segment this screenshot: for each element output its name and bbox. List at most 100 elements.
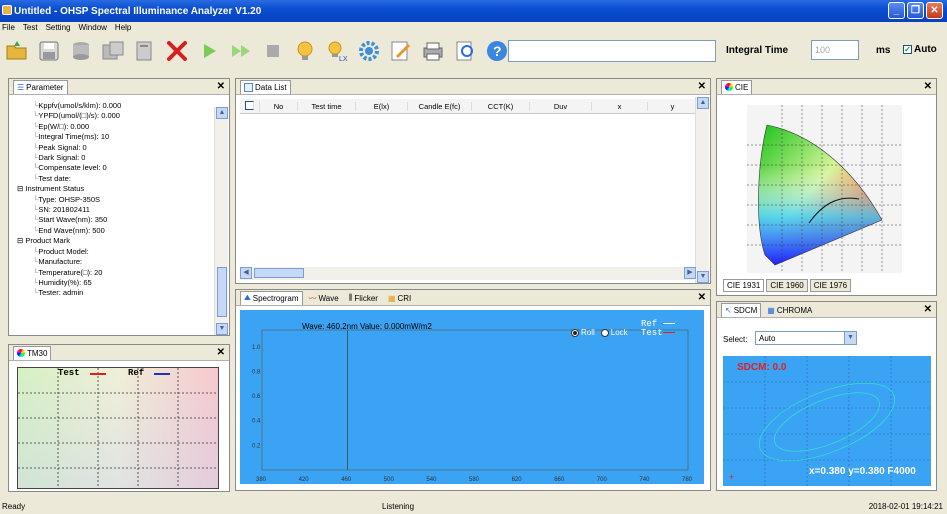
tab-chroma[interactable]: ▦ CHROMA: [763, 303, 816, 317]
tab-cie-1976[interactable]: CIE 1976: [809, 279, 852, 292]
tree-leaf[interactable]: └Test date:: [17, 174, 217, 184]
tree-leaf[interactable]: └SN: 201802411: [17, 205, 217, 215]
parameter-close-icon[interactable]: ✕: [217, 81, 225, 92]
tree-leaf[interactable]: └Type: OHSP-350S: [17, 195, 217, 205]
xy-readout: x=0.380 y=0.380 F4000: [809, 466, 916, 477]
folder-open-icon[interactable]: [4, 38, 30, 64]
tree-leaf[interactable]: └Compensate level: 0: [17, 163, 217, 173]
fast-forward-icon[interactable]: [228, 38, 254, 64]
tree-leaf[interactable]: └YPFD(umol/(□)/s): 0.000: [17, 111, 217, 121]
scroll-down-icon[interactable]: ▼: [216, 323, 228, 335]
data-list-close-icon[interactable]: ✕: [698, 81, 706, 92]
cie-header: CIE ✕: [717, 79, 936, 95]
col-no[interactable]: No: [260, 101, 298, 111]
minimize-button[interactable]: _: [888, 2, 905, 19]
hscroll-thumb[interactable]: [254, 268, 304, 278]
tab-parameter[interactable]: ☰ Parameter: [13, 79, 68, 94]
tree-leaf[interactable]: └Start Wave(nm): 350: [17, 215, 217, 225]
cie-close-icon[interactable]: ✕: [924, 81, 932, 92]
col-test-time[interactable]: Test time: [298, 101, 356, 111]
col-candle-e[interactable]: Candle E(fc): [408, 101, 472, 111]
scroll-right-icon[interactable]: ▶: [684, 267, 696, 279]
col-x[interactable]: x: [592, 101, 648, 111]
status-datetime: 2018-02-01 19:14:21: [868, 501, 943, 511]
radio-lock[interactable]: Lock: [600, 328, 628, 337]
tab-spectrogram[interactable]: ⛰ Spectrogram: [240, 290, 303, 305]
tm30-close-icon[interactable]: ✕: [217, 347, 225, 358]
menu-file[interactable]: File: [2, 22, 15, 34]
data-list-vscroll[interactable]: ▲ ▼: [695, 97, 709, 283]
edit-icon[interactable]: [388, 38, 414, 64]
col-duv[interactable]: Duv: [530, 101, 592, 111]
col-cct[interactable]: CCT(K): [472, 101, 530, 111]
bulb-lx-icon[interactable]: LX: [324, 38, 350, 64]
tree-leaf[interactable]: └Kppfv(umol/s/klm): 0.000: [17, 101, 217, 111]
sdcm-close-icon[interactable]: ✕: [924, 304, 932, 315]
tree-leaf[interactable]: └Humidity(%): 65: [17, 278, 217, 288]
help-icon[interactable]: ?: [484, 38, 510, 64]
save-icon[interactable]: [36, 38, 62, 64]
tab-cie-1960[interactable]: CIE 1960: [766, 279, 808, 292]
printer-icon[interactable]: [420, 38, 446, 64]
parameter-scrollbar[interactable]: ▲ ▼: [214, 107, 228, 335]
x-tick-label: 460: [341, 477, 352, 483]
scroll-up-icon[interactable]: ▲: [216, 107, 228, 119]
spectrogram-close-icon[interactable]: ✕: [698, 292, 706, 303]
tab-cie[interactable]: CIE: [721, 79, 753, 94]
tree-group[interactable]: ⊟ Instrument Status: [17, 184, 217, 194]
integral-time-input[interactable]: 100: [811, 40, 859, 60]
select-dropdown[interactable]: Auto ▼: [755, 331, 857, 345]
bulb-icon[interactable]: [292, 38, 318, 64]
settings-gear-icon[interactable]: [356, 38, 382, 64]
svg-text:?: ?: [493, 43, 502, 59]
tab-flicker[interactable]: ⫼ Flicker: [345, 291, 382, 305]
tree-leaf[interactable]: └Dark Signal: 0: [17, 153, 217, 163]
cri-icon: ▦: [387, 293, 396, 303]
tree-group[interactable]: ⊟ Product Mark: [17, 236, 217, 246]
chroma-icon: ▦: [767, 305, 775, 315]
tree-leaf[interactable]: └End Wave(nm): 500: [17, 226, 217, 236]
color-wheel-icon: [725, 83, 733, 91]
tab-cri[interactable]: ▦ CRI: [384, 291, 415, 305]
tree-leaf[interactable]: └Ep(W/□): 0.000: [17, 122, 217, 132]
close-button[interactable]: ✕: [926, 2, 943, 19]
tree-leaf[interactable]: └Product Model:: [17, 247, 217, 257]
chevron-down-icon[interactable]: ▼: [844, 332, 856, 344]
tab-tm30[interactable]: TM30: [13, 345, 52, 360]
col-e-lx[interactable]: E(lx): [356, 101, 408, 111]
tree-leaf[interactable]: └Peak Signal: 0: [17, 143, 217, 153]
database-icon[interactable]: [68, 38, 94, 64]
tab-cie-1931[interactable]: CIE 1931: [723, 279, 765, 292]
tree-leaf[interactable]: └Tester: admin: [17, 288, 217, 298]
select-all-checkbox[interactable]: [240, 100, 260, 112]
search-doc-icon[interactable]: [452, 38, 478, 64]
menu-test[interactable]: Test: [23, 22, 38, 34]
radio-roll[interactable]: Roll: [571, 328, 595, 337]
stop-icon[interactable]: [260, 38, 286, 64]
delete-icon[interactable]: [164, 38, 190, 64]
menu-window[interactable]: Window: [78, 22, 106, 34]
play-icon[interactable]: [196, 38, 222, 64]
tree-leaf[interactable]: └Integral Time(ms): 10: [17, 132, 217, 142]
tree-leaf[interactable]: └Manufacture:: [17, 257, 217, 267]
maximize-button[interactable]: ❐: [907, 2, 924, 19]
tab-wave[interactable]: 〰 Wave: [305, 291, 343, 305]
tree-leaf[interactable]: └Temperature(□): 20: [17, 268, 217, 278]
menu-help[interactable]: Help: [115, 22, 131, 34]
export-icon[interactable]: [100, 38, 126, 64]
scroll-left-icon[interactable]: ◀: [240, 267, 252, 279]
col-y[interactable]: y: [648, 101, 698, 111]
y-tick-label: 1.0: [252, 345, 261, 351]
scroll-down-icon[interactable]: ▼: [697, 271, 709, 283]
command-input[interactable]: [508, 40, 716, 62]
sdcm-value: SDCM: 0.0: [737, 362, 787, 373]
tab-data-list[interactable]: Data List: [240, 79, 291, 94]
print-preview-icon[interactable]: [132, 38, 158, 64]
data-list-hscroll[interactable]: ◀ ▶: [240, 267, 696, 280]
auto-checkbox[interactable]: ✓ Auto: [903, 44, 937, 55]
scroll-up-icon[interactable]: ▲: [697, 97, 709, 109]
menu-setting[interactable]: Setting: [46, 22, 71, 34]
tab-sdcm[interactable]: ↖ SDCM: [721, 302, 762, 317]
spectrogram-chart: 380 420 460 500 540 580 620 660 700 740 780 1.0 0.8 0…: [240, 310, 704, 484]
scroll-thumb[interactable]: [217, 267, 227, 317]
